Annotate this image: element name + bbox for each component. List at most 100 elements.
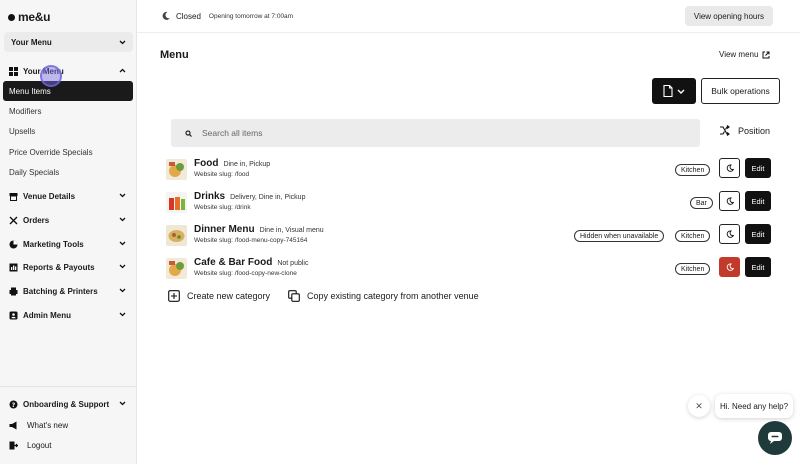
venue-status: Closed Opening tomorrow at 7:00am	[161, 11, 293, 21]
nav-group-label: Venue Details	[23, 191, 76, 201]
logo-text: me&u	[18, 10, 51, 24]
create-category-label: Create new category	[187, 291, 271, 301]
edit-button[interactable]: Edit	[745, 224, 771, 244]
cursor-highlight	[40, 65, 62, 87]
position-button[interactable]: Position	[719, 125, 770, 136]
category-slug: Website slug: /food-menu-copy-745164	[194, 237, 308, 244]
category-thumbnail	[166, 258, 187, 279]
nav-group-orders[interactable]: Orders	[0, 210, 137, 230]
sidebar: me&u Your Menu Your Menu Menu Items Modi…	[0, 0, 137, 464]
moon-icon	[726, 263, 734, 271]
admin-icon	[9, 311, 18, 320]
nav-logout[interactable]: Logout	[0, 435, 137, 455]
bulk-operations-button[interactable]: Bulk operations	[701, 78, 780, 104]
moon-toggle-button[interactable]	[719, 191, 740, 211]
cutlery-icon	[9, 216, 18, 225]
category-tags: Not public	[277, 260, 309, 267]
nav-label: What's new	[27, 420, 69, 430]
moon-icon	[162, 11, 170, 20]
nav-group-your-menu[interactable]: Your Menu	[0, 61, 137, 81]
view-menu-label: View menu	[719, 50, 759, 59]
category-tags: Delivery, Dine in, Pickup	[230, 194, 306, 201]
page-title: Menu	[160, 49, 189, 61]
external-link-icon	[762, 51, 770, 58]
chevron-down-icon	[119, 40, 126, 44]
category-row-food[interactable]: Food Dine in, Pickup Website slug: /food…	[165, 158, 772, 182]
station-badge: Kitchen	[675, 230, 711, 242]
nav-group-reports-payouts[interactable]: Reports & Payouts	[0, 257, 137, 277]
category-row-drinks[interactable]: Drinks Delivery, Dine in, Pickup Website…	[165, 191, 772, 215]
close-help-button[interactable]: ✕	[688, 395, 710, 417]
station-badge: Bar	[690, 197, 713, 209]
chevron-down-icon	[677, 89, 685, 94]
view-menu-link[interactable]: View menu	[719, 50, 770, 59]
help-icon: ?	[9, 400, 18, 409]
copy-icon	[288, 290, 300, 302]
nav-group-label: Marketing Tools	[23, 239, 84, 249]
category-row-dinner-menu[interactable]: Dinner Menu Dine in, Visual menu Website…	[165, 224, 772, 248]
moon-toggle-button[interactable]	[719, 158, 740, 178]
nav-group-label: Batching & Printers	[23, 286, 98, 296]
opening-text: Opening tomorrow at 7:00am	[208, 12, 294, 20]
storefront-icon	[9, 192, 18, 201]
nav-group-batching-printers[interactable]: Batching & Printers	[0, 281, 137, 301]
sidebar-item-modifiers[interactable]: Modifiers	[3, 101, 133, 121]
moon-toggle-button[interactable]	[719, 257, 740, 277]
category-thumbnail	[166, 159, 187, 180]
sidebar-item-price-override-specials[interactable]: Price Override Specials	[3, 142, 133, 162]
shuffle-icon	[720, 125, 730, 136]
copy-category-label: Copy existing category from another venu…	[307, 291, 479, 301]
brand-logo[interactable]: me&u	[8, 10, 50, 24]
printer-icon	[9, 287, 18, 296]
chevron-down-icon	[119, 241, 126, 248]
search-icon	[185, 129, 192, 137]
create-category-button[interactable]: Create new category	[168, 290, 270, 302]
document-icon	[663, 85, 673, 97]
document-menu-button[interactable]	[652, 78, 696, 104]
megaphone-icon	[9, 421, 18, 430]
chart-icon	[9, 263, 18, 272]
sidebar-item-daily-specials[interactable]: Daily Specials	[3, 162, 133, 182]
menu-select-value: Your Menu	[11, 37, 52, 47]
chat-button[interactable]	[758, 421, 792, 455]
nav-group-marketing-tools[interactable]: Marketing Tools	[0, 234, 137, 254]
plus-square-icon	[168, 290, 180, 302]
station-badge: Kitchen	[675, 263, 711, 275]
nav-group-onboarding-support[interactable]: ? Onboarding & Support	[0, 394, 137, 414]
grid-icon	[9, 66, 18, 76]
svg-text:?: ?	[12, 401, 16, 408]
top-bar: Closed Opening tomorrow at 7:00am View o…	[137, 0, 800, 33]
edit-button[interactable]: Edit	[745, 191, 771, 211]
view-opening-hours-button[interactable]: View opening hours	[684, 6, 773, 26]
nav-group-label: Admin Menu	[23, 310, 71, 320]
position-label: Position	[738, 125, 771, 136]
sidebar-divider	[0, 386, 137, 387]
chevron-down-icon	[119, 264, 126, 271]
copy-category-button[interactable]: Copy existing category from another venu…	[288, 290, 479, 302]
category-slug: Website slug: /food-copy-new-clone	[194, 270, 297, 277]
edit-button[interactable]: Edit	[745, 158, 771, 178]
menu-select[interactable]: Your Menu	[4, 32, 133, 52]
pie-chart-icon	[9, 240, 18, 249]
chat-icon	[768, 432, 782, 444]
category-row-cafe-bar-food[interactable]: Cafe & Bar Food Not public Website slug:…	[165, 257, 772, 281]
chevron-down-icon	[119, 401, 126, 408]
close-icon: ✕	[695, 400, 703, 411]
chevron-down-icon	[119, 217, 126, 224]
sidebar-item-upsells[interactable]: Upsells	[3, 121, 133, 141]
nav-whats-new[interactable]: What's new	[0, 415, 137, 435]
category-thumbnail	[166, 192, 187, 213]
edit-button[interactable]: Edit	[745, 257, 771, 277]
category-name: Cafe & Bar Food	[194, 257, 273, 268]
help-bubble[interactable]: Hi. Need any help?	[715, 394, 793, 418]
sidebar-item-menu-items[interactable]: Menu Items	[3, 81, 133, 101]
chevron-down-icon	[119, 193, 126, 200]
search-bar[interactable]	[171, 119, 700, 147]
moon-toggle-button[interactable]	[719, 224, 740, 244]
nav-group-admin-menu[interactable]: Admin Menu	[0, 305, 137, 325]
category-name: Drinks	[194, 191, 226, 202]
moon-icon	[726, 164, 734, 172]
nav-label: Logout	[27, 440, 52, 450]
nav-group-venue-details[interactable]: Venue Details	[0, 186, 137, 206]
search-input[interactable]	[202, 128, 652, 138]
